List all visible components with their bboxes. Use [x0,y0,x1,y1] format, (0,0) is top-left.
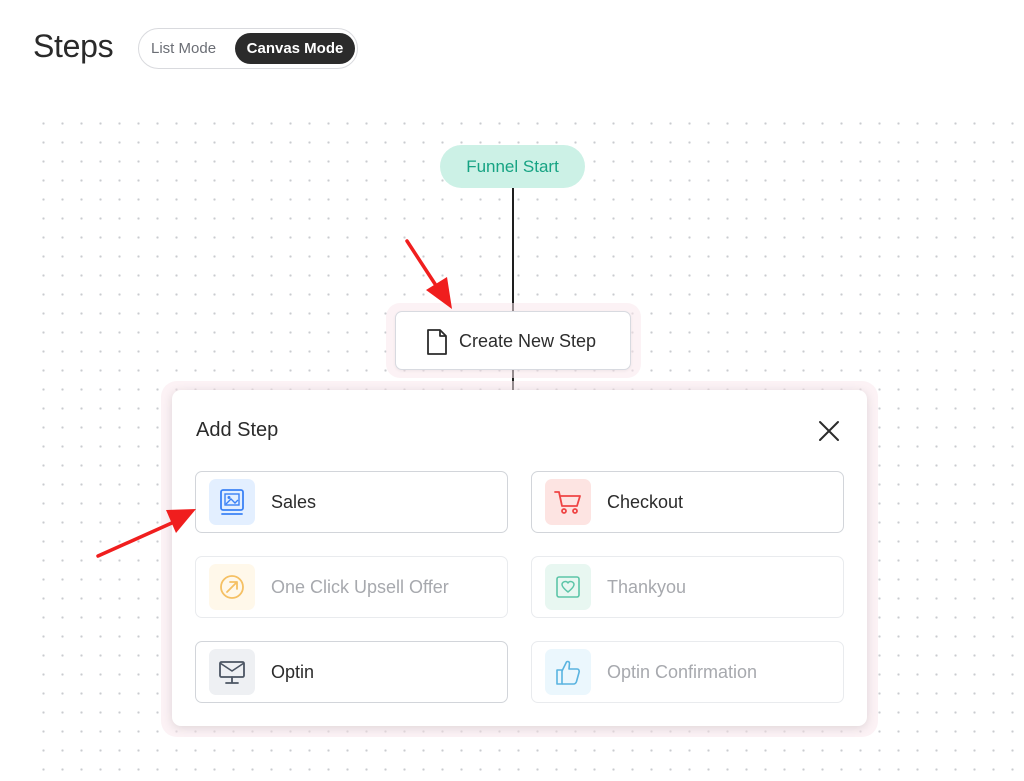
sales-page-icon [220,489,244,515]
optin-envelope-icon [219,661,245,684]
checkout-icon-box [545,479,591,525]
cart-icon [554,491,581,514]
optin-icon-box [209,649,255,695]
thankyou-icon-box [545,564,591,610]
step-option-label: Optin [271,662,315,682]
document-icon [427,329,447,355]
step-option-optin-confirmation[interactable]: Optin Confirmation [531,641,844,703]
step-option-upsell[interactable]: One Click Upsell Offer [195,556,508,618]
create-new-step-button[interactable]: Create New Step [395,311,631,370]
list-mode-button[interactable]: List Mode [151,40,216,57]
step-option-label: Thankyou [607,577,687,597]
optin-confirmation-icon-box [545,649,591,695]
thumbs-up-icon [556,660,580,685]
close-icon[interactable] [817,419,841,443]
upsell-icon-box [209,564,255,610]
step-option-sales[interactable]: Sales [195,471,508,533]
step-option-label: Sales [271,492,317,512]
sales-icon-box [209,479,255,525]
upsell-arrow-icon [220,575,244,599]
funnel-start-node[interactable]: Funnel Start [440,145,585,188]
create-new-step-label: Create New Step [459,331,597,351]
step-option-label: Checkout [607,492,684,512]
step-option-optin[interactable]: Optin [195,641,508,703]
step-option-label: Optin Confirmation [607,662,758,682]
mode-toggle: List Mode Canvas Mode [138,28,358,69]
add-step-panel: Add Step Sales Checkout One Click Upsell… [172,390,867,726]
connector-line-top [512,188,514,312]
step-option-checkout[interactable]: Checkout [531,471,844,533]
step-option-label: One Click Upsell Offer [271,577,449,597]
page-title: Steps [33,28,114,64]
step-option-thankyou[interactable]: Thankyou [531,556,844,618]
heart-icon [556,576,580,598]
canvas-mode-button[interactable]: Canvas Mode [235,33,355,64]
add-step-title: Add Step [196,419,279,441]
